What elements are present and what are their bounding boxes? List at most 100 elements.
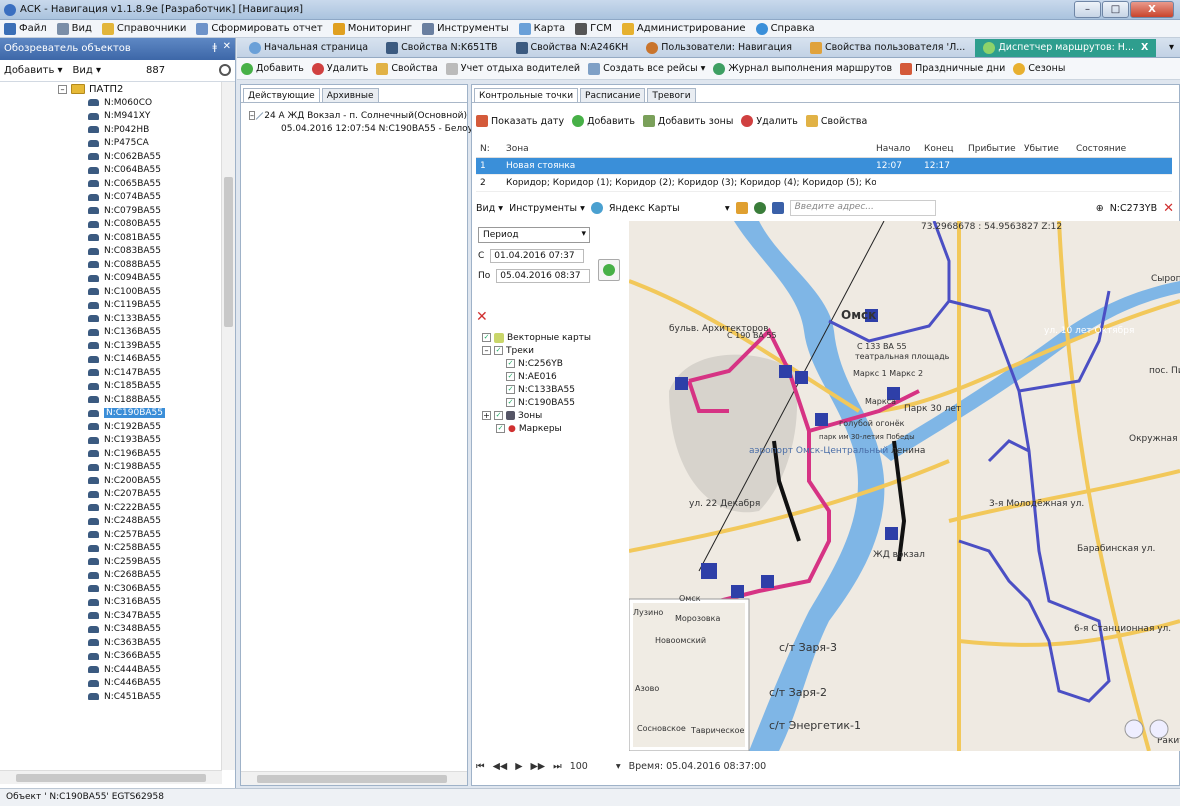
parking-marker[interactable]: [675, 377, 688, 390]
tab-props-k651tb[interactable]: Свойства N:K651TB: [378, 39, 505, 57]
parking-marker[interactable]: [701, 563, 717, 579]
routes-hscrollbar[interactable]: [241, 771, 467, 785]
checkbox[interactable]: ✓: [482, 333, 491, 342]
tree-item[interactable]: N:C363BA55: [0, 636, 222, 650]
address-input[interactable]: Введите адрес...: [789, 200, 936, 216]
tree-item[interactable]: N:C268BA55: [0, 569, 222, 583]
clear-map-icon[interactable]: ✕: [1163, 201, 1174, 216]
date-to-input[interactable]: 05.04.2016 08:37: [496, 269, 591, 283]
layer-zones[interactable]: + ✓ Зоны: [482, 409, 591, 422]
tree-item[interactable]: N:C136BA55: [0, 326, 222, 340]
menu-fuel[interactable]: ГСМ: [575, 22, 612, 35]
layer-track-2[interactable]: ✓ N:AE016: [482, 370, 591, 383]
col-state[interactable]: Состояние: [1076, 144, 1156, 154]
speed-dropdown-icon[interactable]: ▾: [616, 761, 621, 772]
add-route-button[interactable]: Добавить: [241, 62, 304, 75]
menu-help[interactable]: Справка: [755, 22, 815, 35]
layer-track-4[interactable]: ✓ N:C190BA55: [482, 396, 591, 409]
menu-references[interactable]: Справочники: [101, 22, 186, 35]
tree-item[interactable]: N:C366BA55: [0, 650, 222, 664]
menu-tools[interactable]: Инструменты: [422, 22, 509, 35]
tab-alarms[interactable]: Тревоги: [647, 88, 696, 102]
tabs-dropdown-icon[interactable]: ▾: [1169, 42, 1174, 53]
tree-hscrollbar[interactable]: [0, 770, 222, 784]
checkbox[interactable]: ✓: [494, 346, 503, 355]
col-start[interactable]: Начало: [876, 144, 924, 154]
add-checkpoint-button[interactable]: Добавить: [572, 115, 635, 127]
map-view[interactable]: Омск ул. 10 лет Октября ул. 22 Декабря 3…: [629, 221, 1180, 751]
parking-marker[interactable]: [885, 527, 898, 540]
close-explorer-icon[interactable]: ✕: [223, 41, 231, 52]
parking-marker[interactable]: [795, 371, 808, 384]
col-departure[interactable]: Убытие: [1024, 144, 1076, 154]
expand-icon[interactable]: +: [482, 411, 491, 420]
layer-track-3[interactable]: ✓ N:C133BA55: [482, 383, 591, 396]
table-row[interactable]: 2 Коридор; Коридор (1); Коридор (2); Кор…: [476, 175, 1172, 192]
tree-item[interactable]: N:C188BA55: [0, 393, 222, 407]
layer-markers[interactable]: ✓ ● Маркеры: [482, 422, 591, 435]
tree-item[interactable]: N:C193BA55: [0, 434, 222, 448]
tree-item[interactable]: N:C083BA55: [0, 245, 222, 259]
tree-item[interactable]: N:C147BA55: [0, 366, 222, 380]
menu-monitoring[interactable]: Мониторинг: [332, 22, 412, 35]
tree-item[interactable]: N:C306BA55: [0, 582, 222, 596]
tree-item[interactable]: N:C185BA55: [0, 380, 222, 394]
layer-vector[interactable]: ✓ Векторные карты: [482, 331, 591, 344]
period-select[interactable]: Период: [478, 227, 590, 243]
trip-item[interactable]: 05.04.2016 12:07:54 N:C190BA55 - Белоусо…: [249, 122, 501, 135]
tab-active-routes[interactable]: Действующие: [243, 88, 320, 102]
checkbox[interactable]: ✓: [506, 385, 515, 394]
map-canvas[interactable]: Омск ул. 10 лет Октября ул. 22 Декабря 3…: [629, 221, 1180, 751]
tree-item[interactable]: N:P475CA: [0, 137, 222, 151]
last-frame-icon[interactable]: ⏭: [553, 761, 562, 772]
tree-item[interactable]: N:C248BA55: [0, 515, 222, 529]
create-trips-button[interactable]: Создать все рейсы ▾: [588, 62, 705, 75]
tab-route-dispatcher[interactable]: Диспетчер маршрутов: Н... X: [975, 38, 1157, 57]
tree-item[interactable]: N:C081BA55: [0, 231, 222, 245]
provider-dropdown-icon[interactable]: ▾: [725, 203, 730, 214]
tree-item[interactable]: N:C133BA55: [0, 312, 222, 326]
checkpoint-properties-button[interactable]: Свойства: [805, 115, 867, 127]
route-log-button[interactable]: Журнал выполнения маршрутов: [713, 62, 892, 75]
clear-filter-icon[interactable]: ✕: [476, 309, 488, 325]
layer-track-1[interactable]: ✓ N:C256YB: [482, 357, 591, 370]
tab-user-props[interactable]: Свойства пользователя 'Л...: [802, 39, 973, 57]
tree-item[interactable]: N:M060CO: [0, 96, 222, 110]
close-tab-icon[interactable]: X: [1141, 42, 1148, 53]
tree-item[interactable]: N:C062BA55: [0, 150, 222, 164]
tree-item[interactable]: N:C259BA55: [0, 555, 222, 569]
map-view-menu[interactable]: Вид ▾: [476, 203, 503, 214]
checkbox[interactable]: ✓: [506, 372, 515, 381]
flag-icon[interactable]: [735, 202, 748, 214]
tree-item[interactable]: N:C119BA55: [0, 299, 222, 313]
tree-item[interactable]: N:C316BA55: [0, 596, 222, 610]
tree-scrollbar[interactable]: [221, 82, 235, 770]
hscroll-thumb[interactable]: [257, 775, 447, 783]
route-properties-button[interactable]: Свойства: [376, 62, 438, 75]
parking-marker[interactable]: [731, 585, 744, 598]
collapse-icon[interactable]: –: [482, 346, 491, 355]
tab-props-a246kh[interactable]: Свойства N:A246KH: [508, 39, 637, 57]
tree-item[interactable]: N:C100BA55: [0, 285, 222, 299]
parking-marker[interactable]: [761, 575, 774, 588]
tree-item[interactable]: N:C222BA55: [0, 501, 222, 515]
playback-speed[interactable]: 100: [570, 761, 588, 772]
minimize-button[interactable]: –: [1074, 1, 1101, 18]
tree-item[interactable]: N:C080BA55: [0, 218, 222, 232]
menu-view[interactable]: Вид: [56, 22, 92, 35]
menu-map[interactable]: Карта: [518, 22, 565, 35]
col-arrival[interactable]: Прибытие: [968, 144, 1024, 154]
hscroll-thumb[interactable]: [16, 774, 206, 782]
menu-file[interactable]: Файл: [4, 22, 47, 35]
close-button[interactable]: X: [1130, 1, 1174, 18]
layer-tracks[interactable]: – ✓ Треки: [482, 344, 591, 357]
map-provider-select[interactable]: Яндекс Карты: [609, 203, 719, 214]
menu-report[interactable]: Сформировать отчет: [196, 22, 323, 35]
tree-item[interactable]: N:C347BA55: [0, 609, 222, 623]
play-icon[interactable]: ▶: [515, 761, 522, 772]
date-from-input[interactable]: 01.04.2016 07:37: [490, 249, 585, 263]
tree-item[interactable]: N:C094BA55: [0, 272, 222, 286]
col-zone[interactable]: Зона: [506, 144, 876, 154]
parking-marker[interactable]: [779, 365, 792, 378]
col-end[interactable]: Конец: [924, 144, 968, 154]
